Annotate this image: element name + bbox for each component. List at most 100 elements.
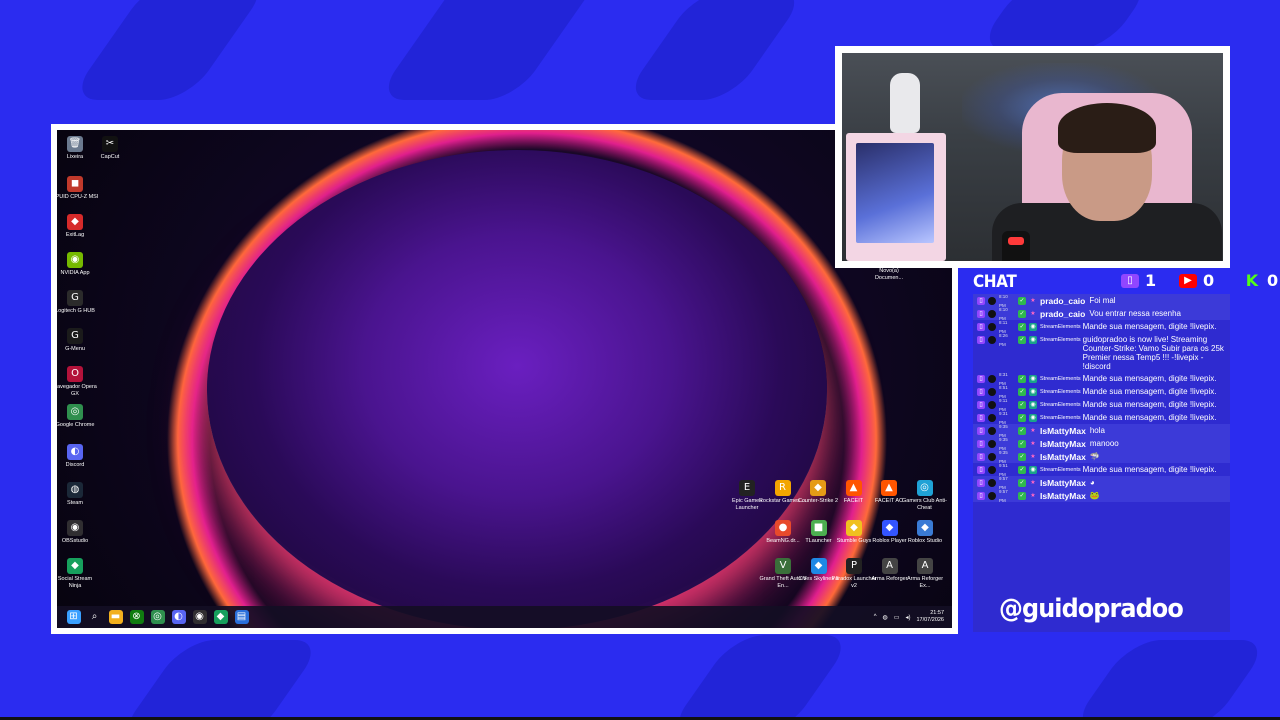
desktop-icon-obs[interactable]: ◉ OBSstudio: [57, 520, 99, 545]
clock-date: 17/07/2026: [916, 617, 944, 623]
volume-icon[interactable]: ◂): [905, 614, 910, 621]
desktop-icon-discord[interactable]: ◐ Discord: [57, 444, 99, 469]
chat-message-badges: ▯ 9:35 PM ✓ ★ IsMattyMax: [977, 450, 1090, 464]
avatar: [988, 375, 996, 383]
star-badge-icon: ★: [1030, 479, 1036, 486]
desktop-icon-label: NVIDIA App: [60, 270, 90, 276]
new-document-icon-label[interactable]: Novo(a) Documen...: [865, 268, 913, 281]
chrome-taskbar-icon[interactable]: ◎: [150, 610, 165, 624]
background-streak: [374, 0, 606, 100]
avatar: [988, 388, 996, 396]
discord-icon: ◐: [67, 444, 83, 460]
recycle-bin-icon: 🗑: [67, 136, 83, 152]
cs2-icon: ◆: [810, 480, 826, 496]
windows-desktop: 🗑 Lixeira ◼ CPUID CPU-Z MSI ◆ ExitLag ◉ NVIDIA …: [57, 130, 952, 628]
twitch-badge-icon: ▯: [977, 427, 985, 435]
background-streak: [67, 0, 273, 100]
bot-badge-icon: ◉: [1029, 466, 1037, 474]
desktop-icon-label: FACEIT: [843, 498, 864, 504]
arma-reforger-ex-icon: A: [917, 558, 933, 574]
microphone: [1002, 231, 1030, 261]
chat-message-text: Mande sua mensagem, digite !livepix.: [1082, 387, 1217, 396]
rockstar-icon: R: [774, 480, 791, 496]
roblox-studio-icon: ◆: [917, 520, 933, 536]
chat-message-badges: ▯ 8:51 PM ✓ ◉ StreamElements: [977, 385, 1083, 399]
beamng-icon: ●: [775, 520, 791, 536]
file-explorer-icon[interactable]: ▬: [108, 610, 123, 624]
chat-message-text: Foi mal: [1089, 296, 1116, 305]
bot-badge-icon: ◉: [1029, 388, 1037, 396]
background-streak: [114, 640, 326, 720]
desktop-icon-label: CPUID CPU-Z MSI: [57, 194, 99, 200]
chat-username: IsMattyMax: [1040, 425, 1086, 436]
desktop-icon-exitlag[interactable]: ◆ ExitLag: [57, 214, 99, 239]
social-stream-taskbar-icon[interactable]: ◆: [213, 610, 228, 624]
chat-message-text: manooo: [1089, 439, 1119, 448]
verified-badge-icon: ✓: [1018, 297, 1026, 305]
microphone-icon[interactable]: ◍: [883, 614, 888, 621]
chat-username: StreamElements: [1040, 388, 1081, 395]
desktop-icon-steam[interactable]: ◍ Steam: [57, 482, 99, 507]
chat-username: IsMattyMax: [1040, 451, 1086, 462]
obs-taskbar-icon[interactable]: ◉: [192, 610, 207, 624]
exitlag-icon: ◆: [67, 214, 83, 230]
chat-message-badges: ▯ 8:10 PM ✓ ★ prado_caio: [977, 307, 1089, 321]
desktop-icon-label: CapCut: [100, 154, 120, 160]
desktop-icon-label: Lixeira: [66, 154, 84, 160]
search-icon[interactable]: ⌕: [88, 610, 102, 624]
roblox-player-icon: ◆: [881, 520, 898, 536]
chat-username: prado_caio: [1040, 295, 1086, 306]
system-tray: ^ ◍ ▭ ◂) 21:57 17/07/2026: [874, 606, 944, 628]
logitech-icon: G: [67, 290, 83, 306]
chat-message-text: Mande sua mensagem, digite !livepix.: [1082, 465, 1217, 474]
verified-badge-icon: ✓: [1018, 336, 1026, 344]
desktop-icon-cpuz[interactable]: ◼ CPUID CPU-Z MSI: [57, 176, 99, 201]
stumble-guys-icon: ◆: [846, 520, 862, 536]
verified-badge-icon: ✓: [1018, 440, 1026, 448]
taskbar-clock[interactable]: 21:57 17/07/2026: [916, 610, 944, 624]
desktop-icon-label: Gamers Club Anti-Cheat: [902, 498, 947, 511]
discord-taskbar-icon[interactable]: ◐: [171, 610, 186, 624]
desktop-capture-frame: 🗑 Lixeira ◼ CPUID CPU-Z MSI ◆ ExitLag ◉ NVIDIA …: [51, 124, 958, 634]
avatar: [988, 492, 996, 500]
tlauncher-icon: ■: [810, 520, 827, 536]
desktop-icon-gmenu[interactable]: G G-Menu: [57, 328, 99, 353]
avatar: [988, 323, 996, 331]
desktop-icon-opera-gx[interactable]: O Navegador Opera GX: [57, 366, 99, 397]
desktop-icon-chrome[interactable]: ◎ Google Chrome: [57, 404, 99, 429]
chat-header: CHAT ▯ 1 ▶ 0 K 0: [973, 270, 1278, 294]
xbox-icon[interactable]: ⊗: [129, 610, 144, 624]
verified-badge-icon: ✓: [1018, 492, 1026, 500]
desktop-icon-label: TLauncher: [805, 538, 832, 544]
twitch-viewer-count: ▯ 1: [1121, 271, 1156, 290]
gmenu-icon: G: [67, 328, 83, 344]
desktop-icon-label: ExitLag: [65, 232, 85, 238]
nvidia-icon: ◉: [67, 252, 83, 268]
chat-message-badges: ▯ 9:51 PM ✓ ◉ StreamElements: [977, 463, 1083, 477]
desktop-icon-arma-reforger-ex[interactable]: A Arma Reforger Ex...: [901, 558, 949, 589]
desktop-icon-nvidia[interactable]: ◉ NVIDIA App: [57, 252, 99, 277]
desktop-icon-logitech[interactable]: G Logitech G HUB: [57, 290, 99, 315]
verified-badge-icon: ✓: [1018, 310, 1026, 318]
twitch-badge-icon: ▯: [977, 388, 985, 396]
verified-badge-icon: ✓: [1018, 453, 1026, 461]
star-badge-icon: ★: [1030, 297, 1036, 304]
start-icon[interactable]: ⊞: [66, 610, 81, 624]
star-badge-icon: ★: [1030, 492, 1036, 499]
desktop-icon-roblox-studio[interactable]: ◆ Roblox Studio: [901, 520, 949, 545]
verified-badge-icon: ✓: [1018, 414, 1026, 422]
chat-message-text: 🦈: [1089, 452, 1100, 461]
chevron-up-icon[interactable]: ^: [874, 614, 877, 620]
chat-message-text: Mande sua mensagem, digite !livepix.: [1082, 322, 1217, 331]
desktop-icon-social-stream[interactable]: ◆ Social Stream Ninja: [57, 558, 99, 589]
notepad-taskbar-icon[interactable]: ▤: [234, 610, 249, 624]
chat-username: StreamElements: [1040, 466, 1081, 473]
bot-badge-icon: ◉: [1029, 336, 1037, 344]
desktop-icon-capcut[interactable]: ✂ CapCut: [86, 136, 134, 161]
chat-message-badges: ▯ 9:35 PM ✓ ★ IsMattyMax: [977, 437, 1090, 451]
background-streak: [664, 635, 856, 720]
chat-message-text: 🐸: [1089, 491, 1100, 500]
desktop-icon-gamers-club[interactable]: ◎ Gamers Club Anti-Cheat: [901, 480, 949, 511]
network-icon[interactable]: ▭: [894, 614, 900, 621]
chat-message-text: Mande sua mensagem, digite !livepix.: [1082, 374, 1217, 383]
